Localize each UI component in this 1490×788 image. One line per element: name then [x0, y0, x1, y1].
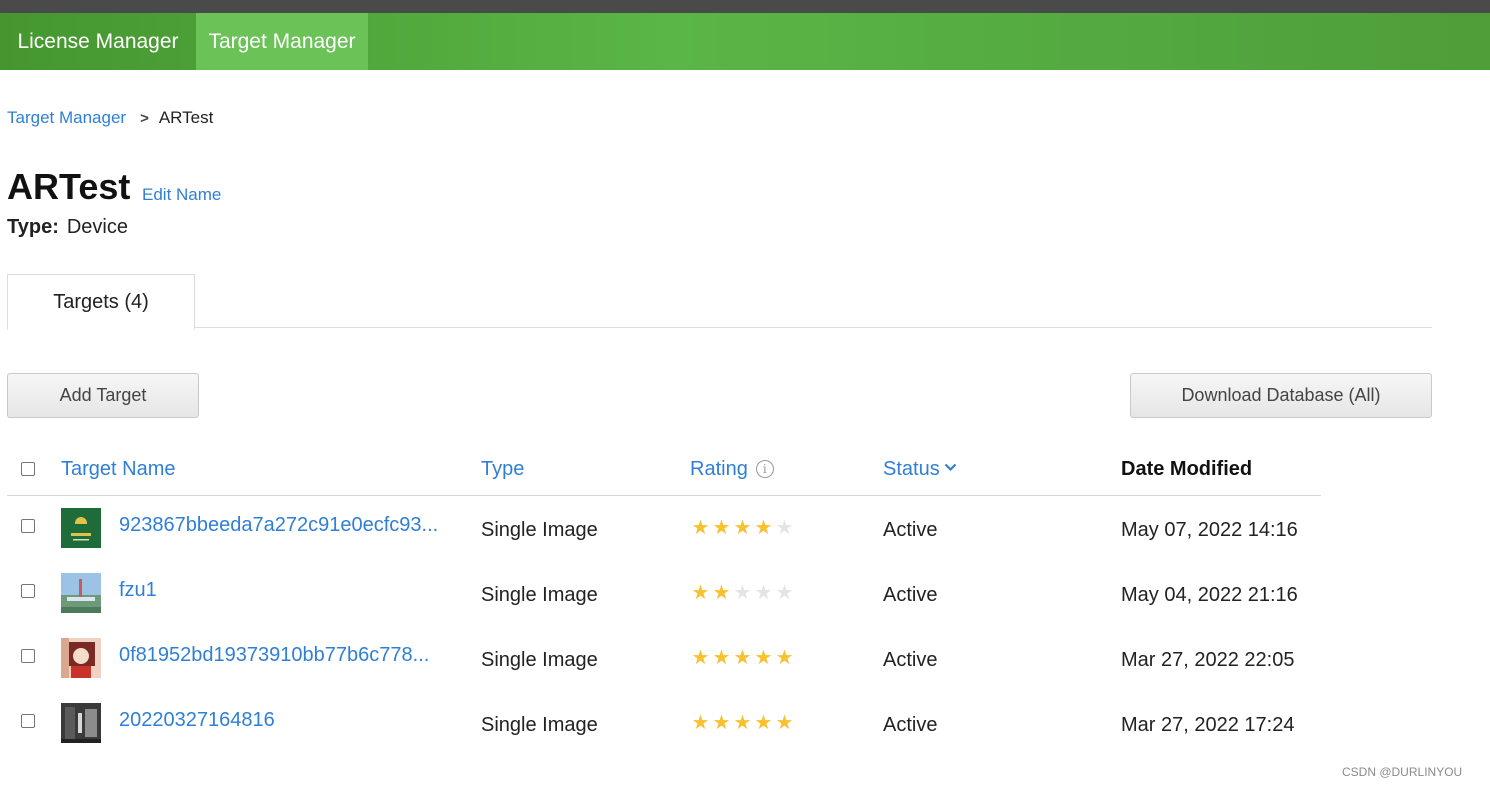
star-filled-icon: ★: [691, 517, 710, 539]
date-modified: May 04, 2022 21:16: [1121, 584, 1298, 606]
page-title: ARTest: [7, 166, 131, 207]
star-filled-icon: ★: [733, 647, 752, 669]
type-value: Device: [66, 216, 128, 238]
chevron-down-icon: [944, 463, 956, 472]
nav-tab-license-manager[interactable]: License Manager: [0, 13, 196, 70]
table-row: 0f81952bd19373910bb77b6c778... Single Im…: [7, 626, 1321, 691]
star-filled-icon: ★: [733, 517, 752, 539]
target-type: Single Image: [481, 584, 598, 606]
table-row: 923867bbeeda7a272c91e0ecfc93... Single I…: [7, 496, 1321, 561]
row-checkbox[interactable]: [21, 649, 35, 663]
table-header: Target Name Type Rating i Status Date Mod…: [7, 446, 1321, 496]
star-filled-icon: ★: [712, 582, 731, 604]
star-filled-icon: ★: [691, 647, 710, 669]
star-rating: ★ ★ ★ ★ ★: [690, 583, 795, 603]
target-thumbnail[interactable]: [61, 573, 101, 613]
star-filled-icon: ★: [712, 712, 731, 734]
tab-targets[interactable]: Targets (4): [7, 274, 195, 330]
column-header-date-modified: Date Modified: [1121, 458, 1253, 480]
star-filled-icon: ★: [712, 647, 731, 669]
target-thumbnail[interactable]: [61, 703, 101, 743]
row-checkbox[interactable]: [21, 714, 35, 728]
star-filled-icon: ★: [754, 712, 773, 734]
nav-tab-target-manager[interactable]: Target Manager: [196, 13, 368, 70]
breadcrumb-link-target-manager[interactable]: Target Manager: [7, 108, 126, 127]
star-filled-icon: ★: [775, 712, 794, 734]
status-text: Active: [883, 714, 938, 736]
target-type: Single Image: [481, 649, 598, 671]
star-filled-icon: ★: [733, 712, 752, 734]
table-row: 20220327164816 Single Image ★ ★ ★ ★ ★ Active…: [7, 691, 1321, 756]
target-thumbnail[interactable]: [61, 508, 101, 548]
select-all-checkbox[interactable]: [21, 462, 35, 476]
target-name-link[interactable]: 20220327164816: [119, 709, 275, 732]
star-rating: ★ ★ ★ ★ ★: [690, 713, 795, 733]
target-thumbnail[interactable]: [61, 638, 101, 678]
target-name-link[interactable]: fzu1: [119, 579, 157, 602]
edit-name-link[interactable]: Edit Name: [142, 185, 221, 205]
star-rating: ★ ★ ★ ★ ★: [690, 518, 795, 538]
date-modified: Mar 27, 2022 22:05: [1121, 649, 1295, 671]
row-checkbox[interactable]: [21, 519, 35, 533]
column-header-target-name[interactable]: Target Name: [61, 458, 176, 481]
star-empty-icon: ★: [775, 582, 794, 604]
info-icon[interactable]: i: [755, 460, 774, 478]
star-filled-icon: ★: [775, 647, 794, 669]
type-label: Type:: [7, 216, 59, 238]
star-filled-icon: ★: [754, 517, 773, 539]
star-filled-icon: ★: [691, 582, 710, 604]
add-target-button[interactable]: Add Target: [7, 373, 199, 418]
breadcrumb-current: ARTest: [158, 108, 214, 127]
watermark: CSDN @DURLINYOU: [1342, 765, 1463, 779]
browser-top-strip: [0, 0, 1490, 13]
status-text: Active: [883, 584, 938, 606]
date-modified: May 07, 2022 14:16: [1121, 519, 1298, 541]
star-empty-icon: ★: [775, 517, 794, 539]
column-header-status[interactable]: Status: [883, 458, 957, 481]
date-modified: Mar 27, 2022 17:24: [1121, 714, 1295, 736]
rating-header-label: Rating: [690, 458, 748, 480]
column-header-type[interactable]: Type: [481, 458, 524, 481]
star-rating: ★ ★ ★ ★ ★: [690, 648, 795, 668]
table-row: fzu1 Single Image ★ ★ ★ ★ ★ Active May 04, 2…: [7, 561, 1321, 626]
star-filled-icon: ★: [691, 712, 710, 734]
target-name-link[interactable]: 923867bbeeda7a272c91e0ecfc93...: [119, 514, 438, 537]
download-database-button[interactable]: Download Database (All): [1130, 373, 1432, 418]
star-empty-icon: ★: [754, 582, 773, 604]
star-filled-icon: ★: [754, 647, 773, 669]
star-empty-icon: ★: [733, 582, 752, 604]
row-checkbox[interactable]: [21, 584, 35, 598]
target-type: Single Image: [481, 714, 598, 736]
breadcrumb: Target Manager > ARTest: [7, 108, 213, 128]
tabs-divider: [7, 327, 1432, 328]
column-header-rating[interactable]: Rating i: [690, 458, 774, 481]
chevron-right-icon: >: [140, 110, 149, 127]
status-text: Active: [883, 519, 938, 541]
star-filled-icon: ★: [712, 517, 731, 539]
status-header-label: Status: [883, 458, 940, 480]
status-text: Active: [883, 649, 938, 671]
target-type: Single Image: [481, 519, 598, 541]
database-type: Type: Device: [7, 216, 128, 239]
top-navbar: License Manager Target Manager: [0, 13, 1490, 70]
target-name-link[interactable]: 0f81952bd19373910bb77b6c778...: [119, 644, 429, 667]
